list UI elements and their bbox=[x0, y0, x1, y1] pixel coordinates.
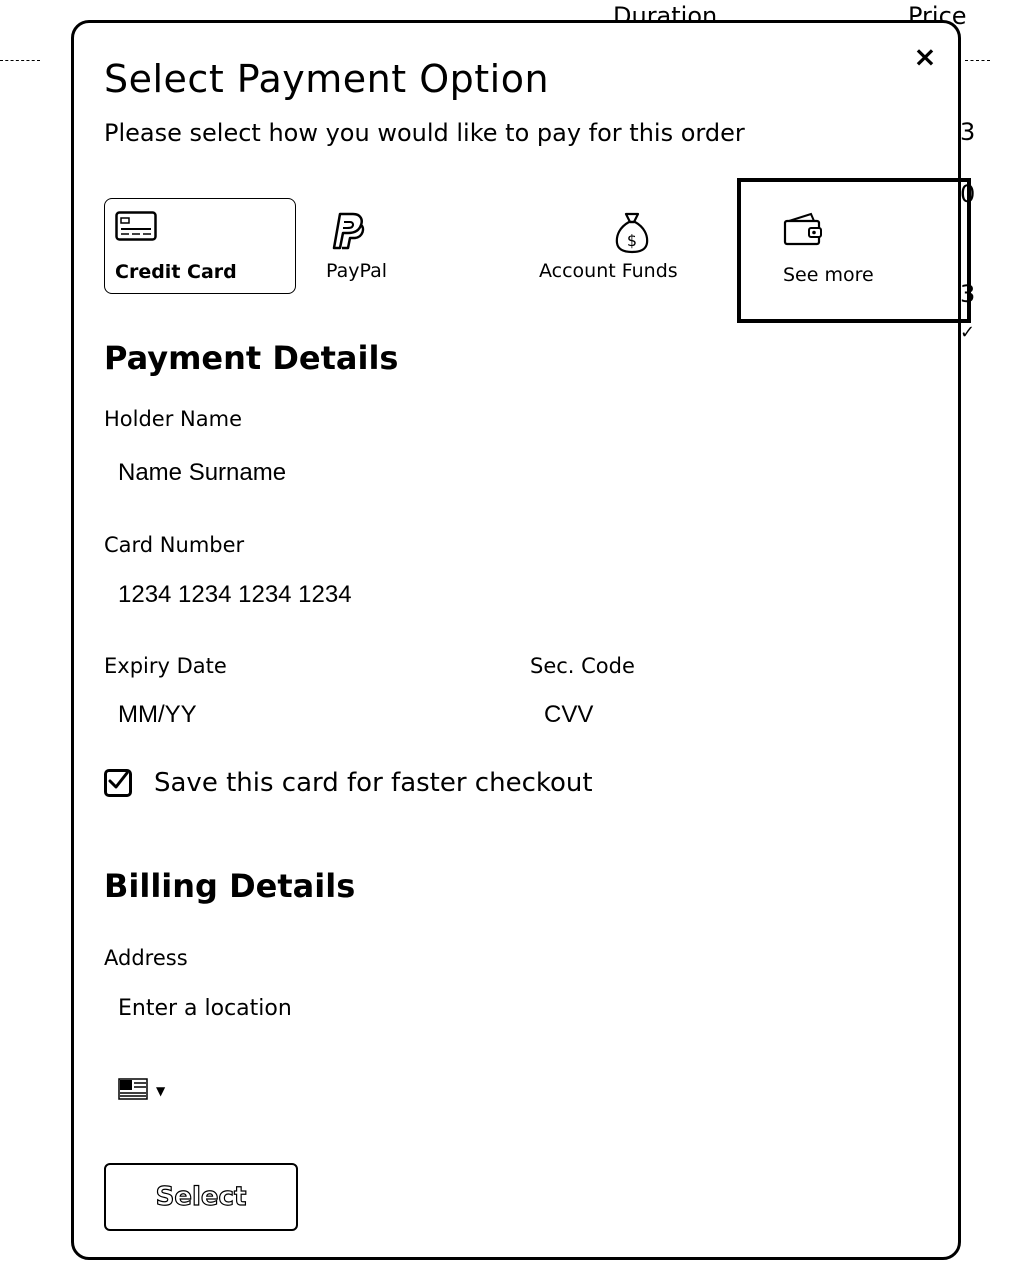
method-account-funds[interactable]: $ Account Funds bbox=[529, 198, 719, 294]
method-see-more[interactable]: See more bbox=[737, 178, 971, 323]
payment-method-list: Credit Card PayPal $ Account Funds See m… bbox=[104, 178, 971, 323]
chevron-down-icon: ▼ bbox=[156, 1084, 166, 1098]
select-button[interactable]: Select bbox=[104, 1163, 298, 1231]
payment-modal: × Select Payment Option Please select ho… bbox=[71, 20, 971, 1260]
close-button[interactable]: × bbox=[910, 39, 940, 73]
method-label: PayPal bbox=[326, 260, 388, 282]
save-card-label[interactable]: Save this card for faster checkout bbox=[154, 768, 593, 798]
money-bag-icon: $ bbox=[614, 210, 650, 258]
method-label: Credit Card bbox=[115, 261, 237, 283]
method-label: Account Funds bbox=[539, 260, 678, 282]
save-card-row: Save this card for faster checkout bbox=[104, 768, 593, 798]
address-label: Address bbox=[104, 946, 188, 970]
svg-text:$: $ bbox=[627, 231, 637, 250]
card-number-input[interactable] bbox=[104, 578, 918, 612]
close-icon: × bbox=[913, 39, 937, 73]
background-check: ✓ bbox=[960, 322, 976, 343]
holder-name-label: Holder Name bbox=[104, 407, 242, 431]
country-selector[interactable]: ▼ bbox=[118, 1078, 165, 1104]
paypal-icon bbox=[326, 210, 366, 256]
modal-title: Select Payment Option bbox=[104, 57, 550, 101]
security-code-input[interactable] bbox=[530, 698, 924, 732]
expiry-date-label: Expiry Date bbox=[104, 654, 227, 678]
wallet-icon bbox=[783, 212, 825, 250]
method-paypal[interactable]: PayPal bbox=[316, 198, 506, 294]
background-divider bbox=[0, 60, 40, 62]
modal-subtitle: Please select how you would like to pay … bbox=[104, 119, 745, 147]
save-card-checkbox[interactable] bbox=[104, 769, 132, 797]
background-value: 3 bbox=[960, 118, 976, 146]
method-label: See more bbox=[783, 264, 874, 286]
billing-details-heading: Billing Details bbox=[104, 867, 356, 905]
flag-icon bbox=[118, 1078, 148, 1104]
method-credit-card[interactable]: Credit Card bbox=[104, 198, 296, 294]
checkmark-icon bbox=[107, 770, 129, 796]
expiry-date-input[interactable] bbox=[104, 698, 498, 732]
background-divider bbox=[965, 60, 990, 62]
card-number-label: Card Number bbox=[104, 533, 245, 557]
credit-card-icon bbox=[115, 211, 157, 245]
address-input[interactable] bbox=[104, 991, 918, 1025]
holder-name-input[interactable] bbox=[104, 456, 918, 490]
payment-details-heading: Payment Details bbox=[104, 339, 399, 377]
security-code-label: Sec. Code bbox=[530, 654, 635, 678]
